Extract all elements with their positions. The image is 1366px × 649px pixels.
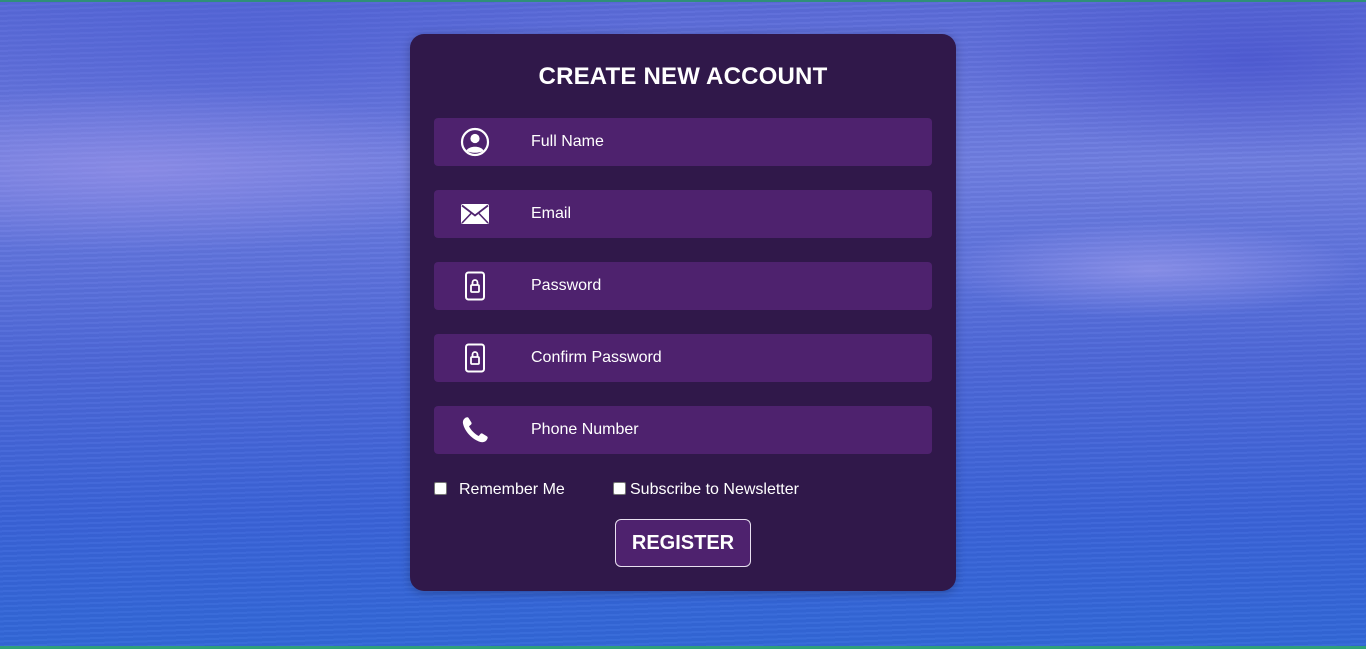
full-name-input[interactable] [531,118,921,166]
register-card: CREATE NEW ACCOUNT Full Name Email Phone… [410,34,956,591]
remember-me-label[interactable]: Remember Me [459,481,565,499]
phone-input[interactable] [531,406,921,454]
email-field[interactable] [434,190,932,238]
phone-field[interactable] [434,406,932,454]
full-name-field[interactable] [434,118,932,166]
newsletter-label[interactable]: Subscribe to Newsletter [630,481,799,499]
email-input[interactable] [531,190,921,238]
form-title: CREATE NEW ACCOUNT [538,63,828,90]
remember-me-checkbox[interactable] [434,482,447,495]
top-border [0,0,1366,2]
envelope-icon [460,200,490,228]
confirm-password-input[interactable] [531,334,921,382]
user-circle-icon [460,127,490,157]
lock-icon [460,271,490,301]
phone-icon [460,416,490,444]
password-input[interactable] [531,262,921,310]
newsletter-checkbox[interactable] [613,482,626,495]
password-field[interactable] [434,262,932,310]
confirm-password-field[interactable] [434,334,932,382]
register-button[interactable]: REGISTER [615,519,751,567]
lock-icon [460,343,490,373]
